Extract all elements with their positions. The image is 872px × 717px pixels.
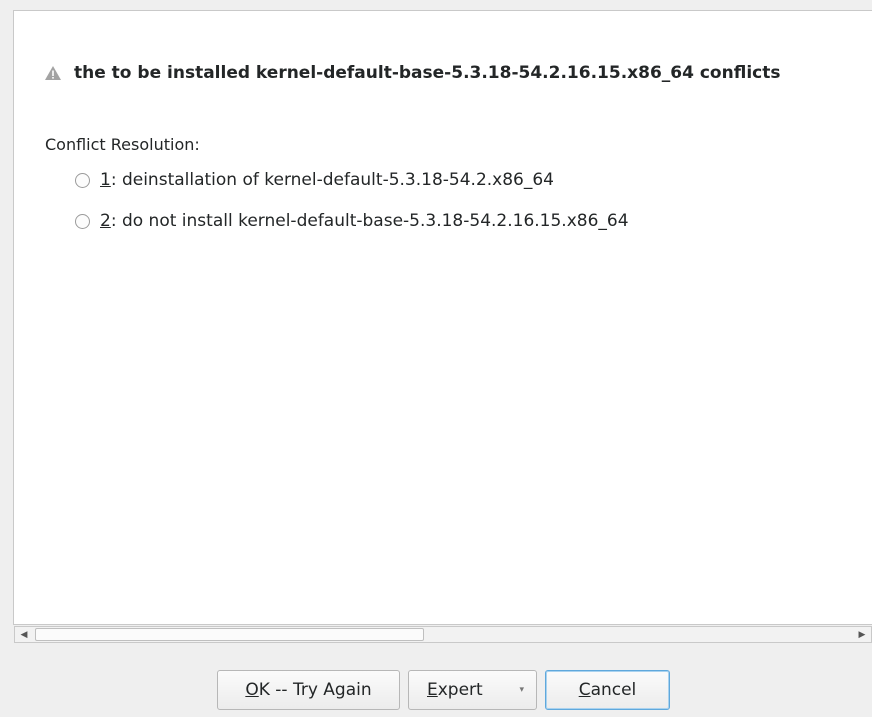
scroll-right-icon[interactable]: ▶ — [853, 627, 871, 642]
scrollbar-thumb[interactable] — [35, 628, 424, 641]
conflict-resolution-label: Conflict Resolution: — [45, 135, 200, 154]
chevron-down-icon: ▾ — [519, 685, 524, 695]
resolution-option-1[interactable]: 1: deinstallation of kernel-default-5.3.… — [75, 170, 554, 190]
expert-menu-button[interactable]: Expert ▾ — [408, 670, 537, 710]
option-label: 2: do not install kernel-default-base-5.… — [100, 211, 629, 231]
warning-icon — [44, 65, 62, 81]
horizontal-scrollbar[interactable]: ◀ ▶ — [14, 626, 872, 643]
cancel-button[interactable]: Cancel — [545, 670, 670, 710]
conflict-dialog: the to be installed kernel-default-base-… — [0, 0, 872, 717]
ok-try-again-button[interactable]: OK -- Try Again — [217, 670, 400, 710]
option-label: 1: deinstallation of kernel-default-5.3.… — [100, 170, 554, 190]
conflict-heading: the to be installed kernel-default-base-… — [44, 63, 780, 83]
scroll-left-icon[interactable]: ◀ — [15, 627, 33, 642]
conflict-message: the to be installed kernel-default-base-… — [74, 63, 781, 83]
conflict-panel: the to be installed kernel-default-base-… — [13, 10, 872, 625]
radio-button[interactable] — [75, 213, 90, 229]
resolution-option-2[interactable]: 2: do not install kernel-default-base-5.… — [75, 211, 629, 231]
radio-button[interactable] — [75, 172, 90, 188]
